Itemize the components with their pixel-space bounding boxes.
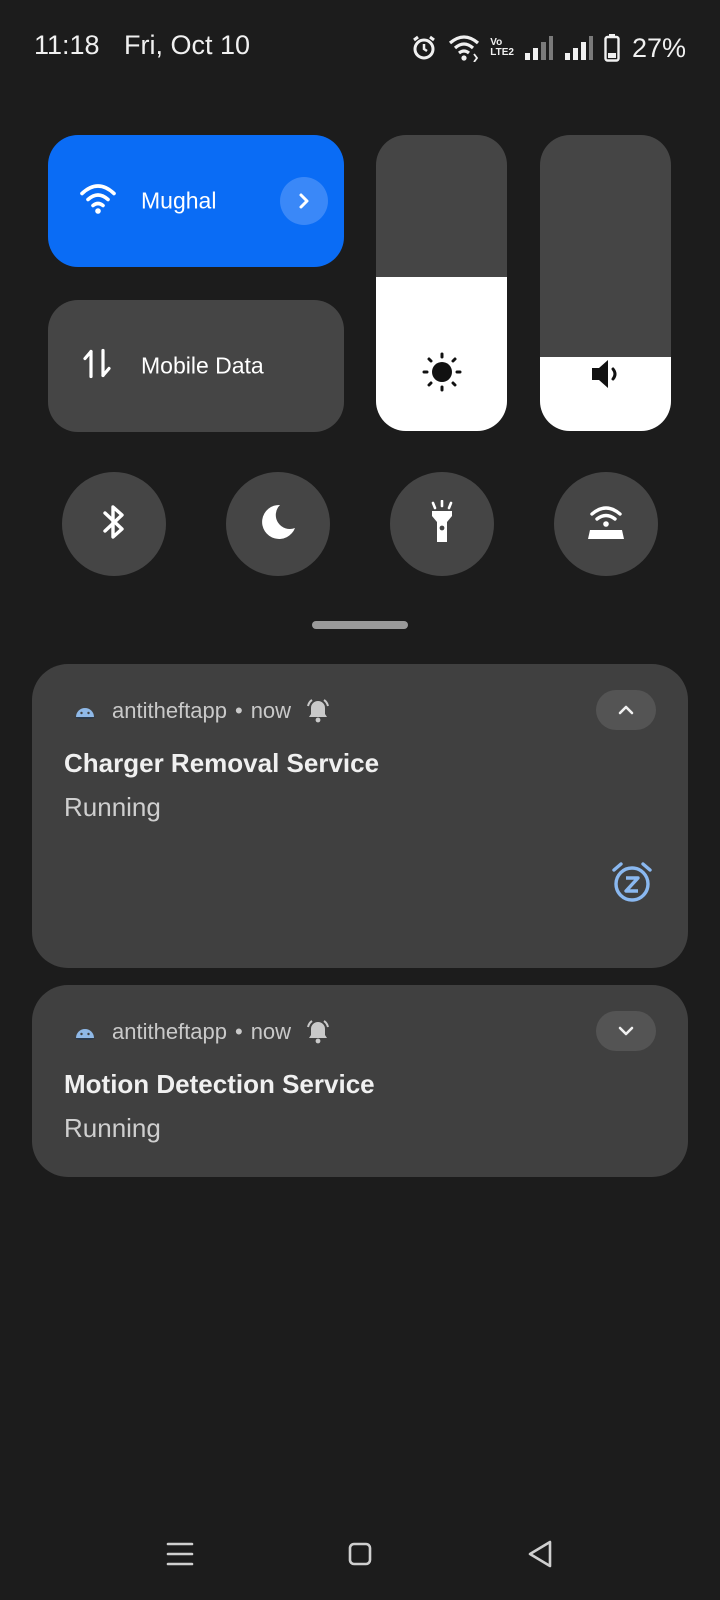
snooze-button[interactable] [608, 858, 656, 906]
battery-percentage: 27% [631, 32, 686, 63]
back-button[interactable] [516, 1530, 564, 1578]
notification-app-name: antitheftapp [112, 698, 227, 723]
mobile-data-tile[interactable]: Mobile Data [48, 300, 344, 432]
chevron-down-icon [618, 1026, 634, 1036]
notification-app-name: antitheftapp [112, 1019, 227, 1044]
signal-icon-2 [564, 35, 594, 61]
alarm-icon [410, 34, 438, 62]
wifi-tile[interactable]: Mughal [48, 135, 344, 267]
status-icons: Vo LTE2 27% [410, 30, 686, 66]
signal-icon [524, 35, 554, 61]
hotspot-icon [584, 502, 628, 547]
status-bar: 11:18 Fri, Oct 10 Vo LTE2 27% [0, 0, 720, 96]
alert-bell-icon [305, 1019, 331, 1045]
volte-icon: Vo LTE2 [490, 38, 514, 58]
expand-button[interactable] [596, 1011, 656, 1051]
flashlight-icon [425, 499, 459, 549]
bluetooth-toggle[interactable] [62, 472, 166, 576]
notification-text: Running [64, 792, 161, 822]
square-icon [348, 1542, 372, 1566]
flashlight-toggle[interactable] [390, 472, 494, 576]
notification-time: now [250, 1019, 292, 1044]
wifi-icon [448, 34, 480, 62]
notification-text: Running [64, 1113, 161, 1143]
notification-card[interactable]: antitheftapp • now Charger Removal Servi… [32, 664, 688, 968]
moon-icon [258, 502, 298, 547]
notification-title: Charger Removal Service [64, 748, 380, 778]
alert-bell-icon [305, 698, 331, 724]
status-date: Fri, Oct 10 [124, 30, 251, 60]
notification-header: antitheftapp • now [70, 1015, 331, 1049]
notification-title: Motion Detection Service [64, 1069, 375, 1099]
notification-header: antitheftapp • now [70, 694, 331, 728]
wifi-icon [80, 183, 116, 220]
wifi-details-button[interactable] [280, 177, 328, 225]
header-separator: • [234, 698, 243, 723]
chevron-up-icon [618, 705, 634, 715]
brightness-icon [422, 352, 462, 397]
battery-icon [604, 34, 620, 62]
volume-icon [588, 356, 624, 397]
recents-button[interactable] [156, 1530, 204, 1578]
mobile-data-tile-label: Mobile Data [141, 352, 264, 379]
bluetooth-icon [99, 502, 129, 547]
data-arrows-icon [80, 347, 114, 386]
volte-bottom: LTE2 [490, 47, 514, 58]
back-triangle-icon [528, 1540, 552, 1568]
notification-shade: 11:18 Fri, Oct 10 Vo LTE2 27% Mughal Mob… [0, 0, 720, 1600]
collapse-button[interactable] [596, 690, 656, 730]
home-button[interactable] [336, 1530, 384, 1578]
menu-icon [166, 1542, 194, 1566]
hotspot-toggle[interactable] [554, 472, 658, 576]
brightness-slider[interactable] [376, 135, 507, 431]
navigation-bar [0, 1508, 720, 1600]
notification-card[interactable]: antitheftapp • now Motion Detection Serv… [32, 985, 688, 1177]
chevron-right-icon [299, 193, 309, 209]
status-time: 11:18 [34, 30, 100, 60]
notification-time: now [250, 698, 292, 723]
wifi-tile-label: Mughal [141, 187, 217, 214]
android-app-icon [70, 696, 100, 726]
snooze-icon [612, 862, 652, 902]
shade-drag-handle[interactable] [312, 621, 408, 629]
header-separator: • [234, 1019, 243, 1044]
android-app-icon [70, 1017, 100, 1047]
dark-mode-toggle[interactable] [226, 472, 330, 576]
volume-slider[interactable] [540, 135, 671, 431]
